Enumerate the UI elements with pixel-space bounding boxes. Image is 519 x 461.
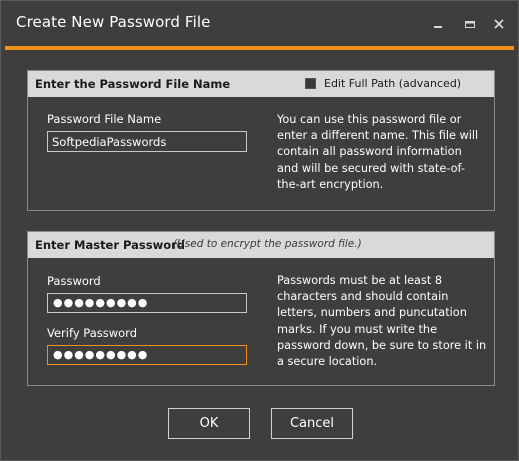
password-input[interactable]: ●●●●●●●●● — [47, 293, 247, 313]
title-bar: Create New Password File — [1, 1, 518, 45]
edit-full-path-checkbox[interactable] — [305, 78, 316, 89]
verify-password-label: Verify Password — [47, 326, 137, 340]
restore-icon[interactable] — [461, 15, 479, 33]
cancel-button[interactable]: Cancel — [271, 408, 353, 439]
ok-button[interactable]: OK — [168, 408, 250, 439]
edit-full-path-label: Edit Full Path (advanced) — [324, 77, 462, 90]
edit-full-path-toggle[interactable]: Edit Full Path (advanced) — [305, 77, 461, 90]
softpedia-watermark: SOFTPEDIA — [206, 234, 355, 259]
window-title: Create New Password File — [16, 13, 211, 31]
close-icon[interactable] — [490, 15, 508, 33]
accent-bar — [5, 46, 514, 50]
master-password-panel-title: Enter Master Password — [35, 238, 186, 252]
password-info-text: Passwords must be at least 8 characters … — [277, 274, 487, 369]
file-name-info-text: You can use this password file or enter … — [277, 113, 479, 191]
file-name-input[interactable] — [47, 131, 247, 152]
verify-password-input[interactable]: ●●●●●●●●● — [47, 345, 247, 365]
password-label: Password — [47, 274, 101, 288]
file-name-panel: Enter the Password File Name Edit Full P… — [27, 70, 495, 211]
create-password-file-dialog: Create New Password File Enter the Passw… — [0, 0, 519, 461]
minimize-icon[interactable] — [429, 15, 447, 33]
file-name-panel-title: Enter the Password File Name — [35, 77, 231, 91]
file-name-label: Password File Name — [47, 112, 162, 126]
file-name-panel-header: Enter the Password File Name Edit Full P… — [28, 71, 494, 97]
